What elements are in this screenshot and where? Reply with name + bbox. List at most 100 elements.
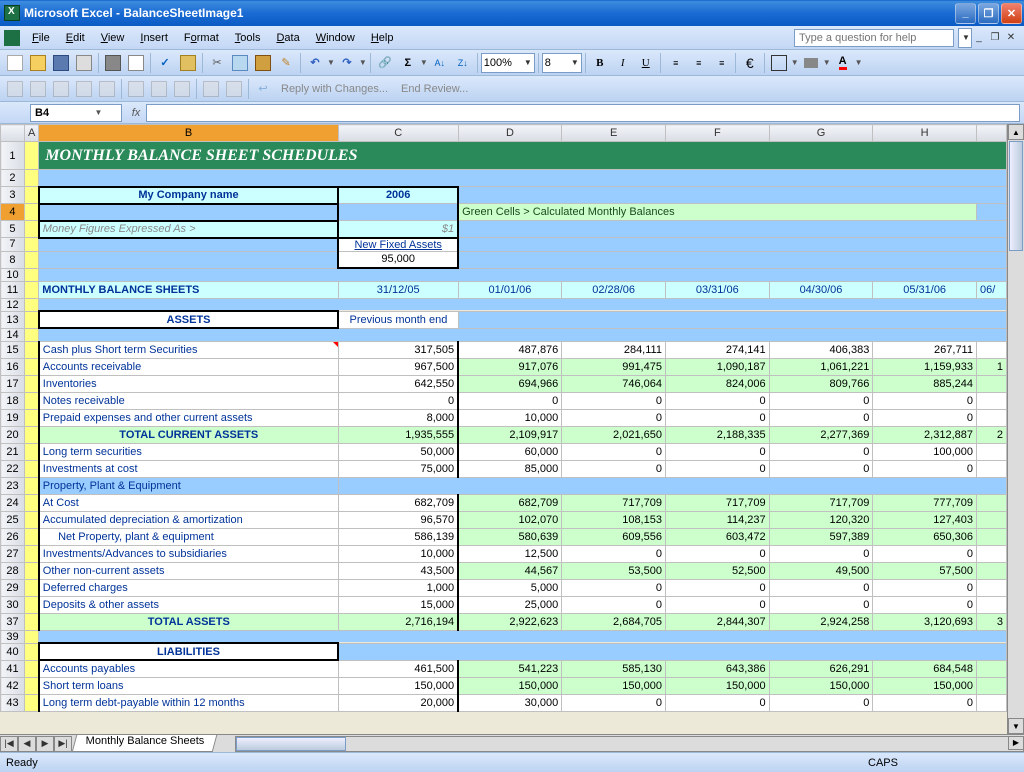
row-v-29-4[interactable]: 0	[873, 579, 977, 596]
date-0[interactable]: 01/01/06	[458, 281, 562, 298]
row-18-header[interactable]: 18	[1, 392, 25, 409]
row-v-26-1[interactable]: 609,556	[562, 528, 666, 545]
row-extra-21[interactable]	[976, 443, 1006, 460]
cell[interactable]	[24, 562, 38, 579]
row-v-19-1[interactable]: 0	[562, 409, 666, 426]
research-button[interactable]	[177, 52, 199, 74]
money-expressed-value[interactable]: $1	[338, 221, 458, 238]
cell[interactable]	[39, 298, 1007, 311]
align-right-button[interactable]: ≡	[710, 52, 732, 74]
row-v-16-2[interactable]: 1,090,187	[665, 358, 769, 375]
row-label-18[interactable]: Notes receivable	[39, 392, 338, 409]
cell[interactable]	[24, 511, 38, 528]
row-extra-16[interactable]: 1	[976, 358, 1006, 375]
review-btn-2[interactable]	[27, 78, 49, 100]
row-extra-27[interactable]	[976, 545, 1006, 562]
row-v-29-2[interactable]: 0	[665, 579, 769, 596]
new-button[interactable]	[4, 52, 26, 74]
col-C-header[interactable]: C	[338, 125, 458, 142]
print-preview-button[interactable]	[125, 52, 147, 74]
tab-nav-next[interactable]: ▶	[36, 736, 54, 752]
row-v-16-3[interactable]: 1,061,221	[769, 358, 873, 375]
row-23-header[interactable]: 23	[1, 477, 25, 494]
review-btn-1[interactable]	[4, 78, 26, 100]
row-c-42[interactable]: 150,000	[338, 677, 458, 694]
help-input[interactable]	[794, 29, 954, 47]
cell[interactable]	[24, 596, 38, 613]
scroll-right-icon[interactable]: ▶	[1008, 736, 1024, 750]
row-v-42-1[interactable]: 150,000	[562, 677, 666, 694]
row-v-41-2[interactable]: 643,386	[665, 660, 769, 677]
row-v-18-3[interactable]: 0	[769, 392, 873, 409]
row-v-15-1[interactable]: 284,111	[562, 341, 666, 358]
row-v-43-2[interactable]: 0	[665, 694, 769, 711]
row-label-25[interactable]: Accumulated depreciation & amortization	[39, 511, 338, 528]
review-btn-5[interactable]	[96, 78, 118, 100]
cell[interactable]	[458, 187, 1006, 204]
cell[interactable]	[39, 328, 1007, 341]
row-v-25-3[interactable]: 120,320	[769, 511, 873, 528]
cell[interactable]	[24, 170, 38, 187]
review-btn-3[interactable]	[50, 78, 72, 100]
row-v-43-4[interactable]: 0	[873, 694, 977, 711]
row-v-25-1[interactable]: 108,153	[562, 511, 666, 528]
fill-color-button[interactable]	[800, 52, 822, 74]
row-v-28-2[interactable]: 52,500	[665, 562, 769, 579]
row-c-16[interactable]: 967,500	[338, 358, 458, 375]
name-box-dropdown-icon[interactable]: ▼	[76, 108, 121, 117]
cell[interactable]	[458, 251, 1006, 268]
row-label-42[interactable]: Short term loans	[39, 677, 338, 694]
cell[interactable]	[338, 477, 1006, 494]
col-H-header[interactable]: H	[873, 125, 977, 142]
format-painter-button[interactable]: ✎	[275, 52, 297, 74]
cell[interactable]	[24, 494, 38, 511]
row-8-header[interactable]: 8	[1, 251, 25, 268]
review-btn-8[interactable]	[171, 78, 193, 100]
row-c-43[interactable]: 20,000	[338, 694, 458, 711]
row-v-16-0[interactable]: 917,076	[458, 358, 562, 375]
menu-edit[interactable]: Edit	[58, 29, 93, 47]
menu-file[interactable]: File	[24, 29, 58, 47]
row-extra-28[interactable]	[976, 562, 1006, 579]
row-37-header[interactable]: 37	[1, 613, 25, 630]
row-7-header[interactable]: 7	[1, 238, 25, 252]
row-extra-26[interactable]	[976, 528, 1006, 545]
row-30-header[interactable]: 30	[1, 596, 25, 613]
font-color-button[interactable]: A	[832, 52, 854, 74]
row-extra-17[interactable]	[976, 375, 1006, 392]
date-2[interactable]: 03/31/06	[665, 281, 769, 298]
row-19-header[interactable]: 19	[1, 409, 25, 426]
row-extra-20[interactable]: 2	[976, 426, 1006, 443]
cell[interactable]	[24, 630, 38, 643]
review-btn-6[interactable]	[125, 78, 147, 100]
maximize-button[interactable]: ❐	[978, 3, 999, 24]
row-v-20-1[interactable]: 2,021,650	[562, 426, 666, 443]
row-v-17-3[interactable]: 809,766	[769, 375, 873, 392]
cell[interactable]	[24, 528, 38, 545]
row-26-header[interactable]: 26	[1, 528, 25, 545]
row-c-17[interactable]: 642,550	[338, 375, 458, 392]
tab-nav-prev[interactable]: ◀	[18, 736, 36, 752]
sheet-title[interactable]: MONTHLY BALANCE SHEET SCHEDULES	[39, 142, 1007, 170]
year-label[interactable]: 2006	[338, 187, 458, 204]
row-extra-37[interactable]: 3	[976, 613, 1006, 630]
row-13-header[interactable]: 13	[1, 311, 25, 328]
row-39-header[interactable]: 39	[1, 630, 25, 643]
date-3[interactable]: 04/30/06	[769, 281, 873, 298]
row-40-header[interactable]: 40	[1, 643, 25, 660]
row-4-header[interactable]: 4	[1, 204, 25, 221]
row-v-37-1[interactable]: 2,684,705	[562, 613, 666, 630]
row-v-30-1[interactable]: 0	[562, 596, 666, 613]
row-3-header[interactable]: 3	[1, 187, 25, 204]
row-v-27-3[interactable]: 0	[769, 545, 873, 562]
row-c-25[interactable]: 96,570	[338, 511, 458, 528]
name-box[interactable]: B4 ▼	[30, 104, 122, 122]
row-extra-43[interactable]	[976, 694, 1006, 711]
row-v-18-2[interactable]: 0	[665, 392, 769, 409]
menu-view[interactable]: View	[93, 29, 133, 47]
calc-note[interactable]: Green Cells > Calculated Monthly Balance…	[458, 204, 976, 221]
menu-help[interactable]: Help	[363, 29, 402, 47]
row-v-28-3[interactable]: 49,500	[769, 562, 873, 579]
monthly-sheets-label[interactable]: MONTHLY BALANCE SHEETS	[39, 281, 338, 298]
zoom-select[interactable]: 100%▼	[481, 53, 535, 73]
